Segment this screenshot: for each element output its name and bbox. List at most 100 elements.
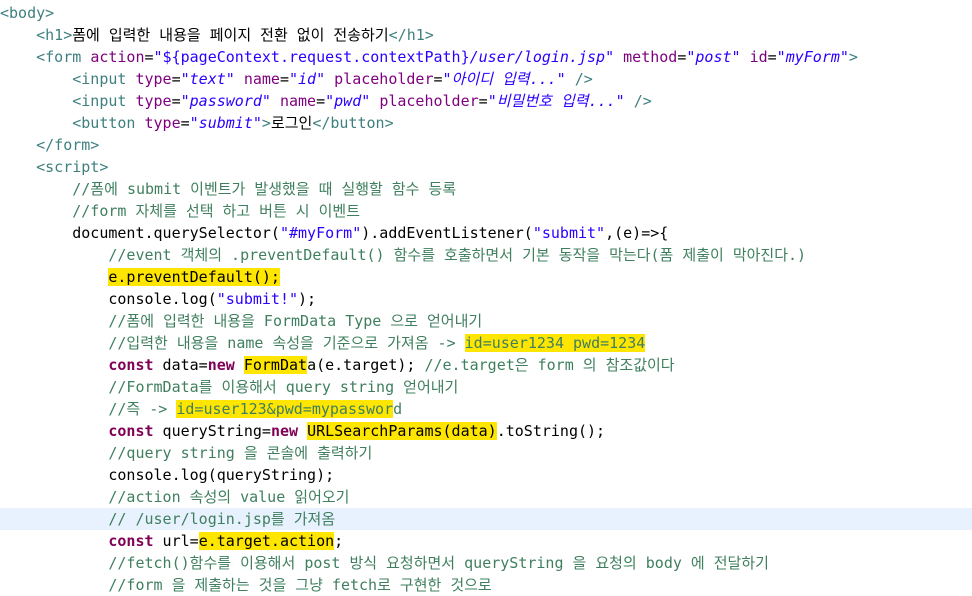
code-line[interactable]: </form>: [0, 134, 972, 156]
code-line[interactable]: // /user/login.jsp를 가져옴: [0, 508, 972, 530]
code-token: 폼에 입력한 내용을 페이지 전환 없이 전송하기: [72, 26, 389, 44]
code-line[interactable]: <button type="submit">로그인</button>: [0, 112, 972, 134]
code-token: />: [574, 70, 593, 88]
code-line[interactable]: <form action="${pageContext.request.cont…: [0, 46, 972, 68]
code-token: ;: [334, 532, 344, 550]
code-token: new: [207, 356, 235, 374]
code-token: "아이디 입력...": [442, 70, 566, 88]
code-token: url=: [153, 532, 199, 550]
code-line[interactable]: e.preventDefault();: [0, 266, 972, 288]
code-token: "비밀번호 입력...": [487, 92, 625, 110]
code-line[interactable]: <h1>폼에 입력한 내용을 페이지 전환 없이 전송하기</h1>: [0, 24, 972, 46]
code-token: <h1>: [36, 26, 73, 44]
code-token: "myForm": [776, 48, 849, 66]
code-token: queryString=: [153, 422, 271, 440]
code-token: />: [633, 92, 652, 110]
code-line[interactable]: <input type="text" name="id" placeholder…: [0, 68, 972, 90]
code-token: const: [108, 422, 154, 440]
code-token: </button>: [312, 114, 394, 132]
code-token: <script>: [36, 158, 109, 176]
code-token: =: [316, 92, 326, 110]
code-token: //event 객체의 .preventDefault() 함수를 호출하면서 …: [108, 246, 807, 264]
code-token: "submit!": [216, 290, 299, 308]
code-token: "post": [686, 48, 741, 66]
code-token: //form 자체를 선택 하고 버튼 시 이벤트: [72, 202, 361, 220]
code-line[interactable]: console.log(queryString);: [0, 464, 972, 486]
code-line[interactable]: //폼에 submit 이벤트가 발생했을 때 실행할 함수 등록: [0, 178, 972, 200]
code-token: data=: [153, 356, 208, 374]
code-line[interactable]: //폼에 입력한 내용을 FormData Type 으로 얻어내기: [0, 310, 972, 332]
code-token: placeholder: [379, 92, 479, 110]
code-token: a(e.target);: [307, 356, 425, 374]
code-line[interactable]: <input type="password" name="pwd" placeh…: [0, 90, 972, 112]
code-token: //입력한 내용을 name 속성을 기준으로 가져옴 ->: [108, 334, 465, 352]
code-line[interactable]: //fetch()함수를 이용해서 post 방식 요청하면서 queryStr…: [0, 552, 972, 574]
code-token: //폼에 submit 이벤트가 발생했을 때 실행할 함수 등록: [72, 180, 457, 198]
code-line[interactable]: //즉 -> id=user123&pwd=mypassword: [0, 398, 972, 420]
code-line[interactable]: //action 속성의 value 읽어오기: [0, 486, 972, 508]
code-line[interactable]: const data=new FormData(e.target); //e.t…: [0, 354, 972, 376]
code-token: "#myForm": [279, 224, 362, 242]
code-token: URLSearchParams(data): [307, 422, 497, 440]
code-line[interactable]: //query string 을 콘솔에 출력하기: [0, 442, 972, 464]
code-line[interactable]: <script>: [0, 156, 972, 178]
code-token: =: [478, 92, 488, 110]
code-token: //action 속성의 value 읽어오기: [108, 488, 350, 506]
code-line[interactable]: console.log("submit!");: [0, 288, 972, 310]
code-token: name: [243, 70, 280, 88]
code-line[interactable]: //FormData를 이용해서 query string 얻어내기: [0, 376, 972, 398]
code-token: placeholder: [334, 70, 434, 88]
code-token: "submit": [532, 224, 606, 242]
code-token: type: [135, 70, 172, 88]
code-token: //fetch()함수를 이용해서 post 방식 요청하면서 queryStr…: [108, 554, 769, 572]
code-token: "pwd": [325, 92, 371, 110]
code-token: =: [279, 70, 289, 88]
code-token: 로그인: [270, 114, 313, 132]
code-token: /user/login.jsp": [469, 48, 615, 66]
code-line[interactable]: const url=e.target.action;: [0, 530, 972, 552]
code-editor[interactable]: <body> <h1>폼에 입력한 내용을 페이지 전환 없이 전송하기</h1…: [0, 0, 972, 594]
code-line[interactable]: //form 자체를 선택 하고 버튼 시 이벤트: [0, 200, 972, 222]
code-line[interactable]: //입력한 내용을 name 속성을 기준으로 가져옴 -> id=user12…: [0, 332, 972, 354]
code-token: <input: [72, 70, 127, 88]
code-line[interactable]: <body>: [0, 2, 972, 24]
code-token: type: [144, 114, 181, 132]
code-token: // /user/login.jsp를 가져옴: [108, 510, 336, 528]
code-token: //e.target은 form 의 참조값이다: [424, 356, 675, 374]
code-token: name: [279, 92, 317, 110]
code-token: "${pageContext.request.contextPath}: [153, 48, 470, 66]
code-line[interactable]: document.querySelector("#myForm").addEve…: [0, 222, 972, 244]
code-token: //form 을 제출하는 것을 그냥 fetch로 구현한 것으로: [108, 576, 492, 594]
code-line[interactable]: //event 객체의 .preventDefault() 함수를 호출하면서 …: [0, 244, 972, 266]
code-token: </form>: [36, 136, 100, 154]
code-line[interactable]: const queryString=new URLSearchParams(da…: [0, 420, 972, 442]
code-token: "id": [289, 70, 326, 88]
code-token: //FormData를 이용해서 query string 얻어내기: [108, 378, 459, 396]
code-token: FormDat: [243, 356, 308, 374]
code-token: =: [171, 70, 181, 88]
code-token: <button: [72, 114, 136, 132]
code-token: =: [677, 48, 687, 66]
code-token: <form: [36, 48, 82, 66]
